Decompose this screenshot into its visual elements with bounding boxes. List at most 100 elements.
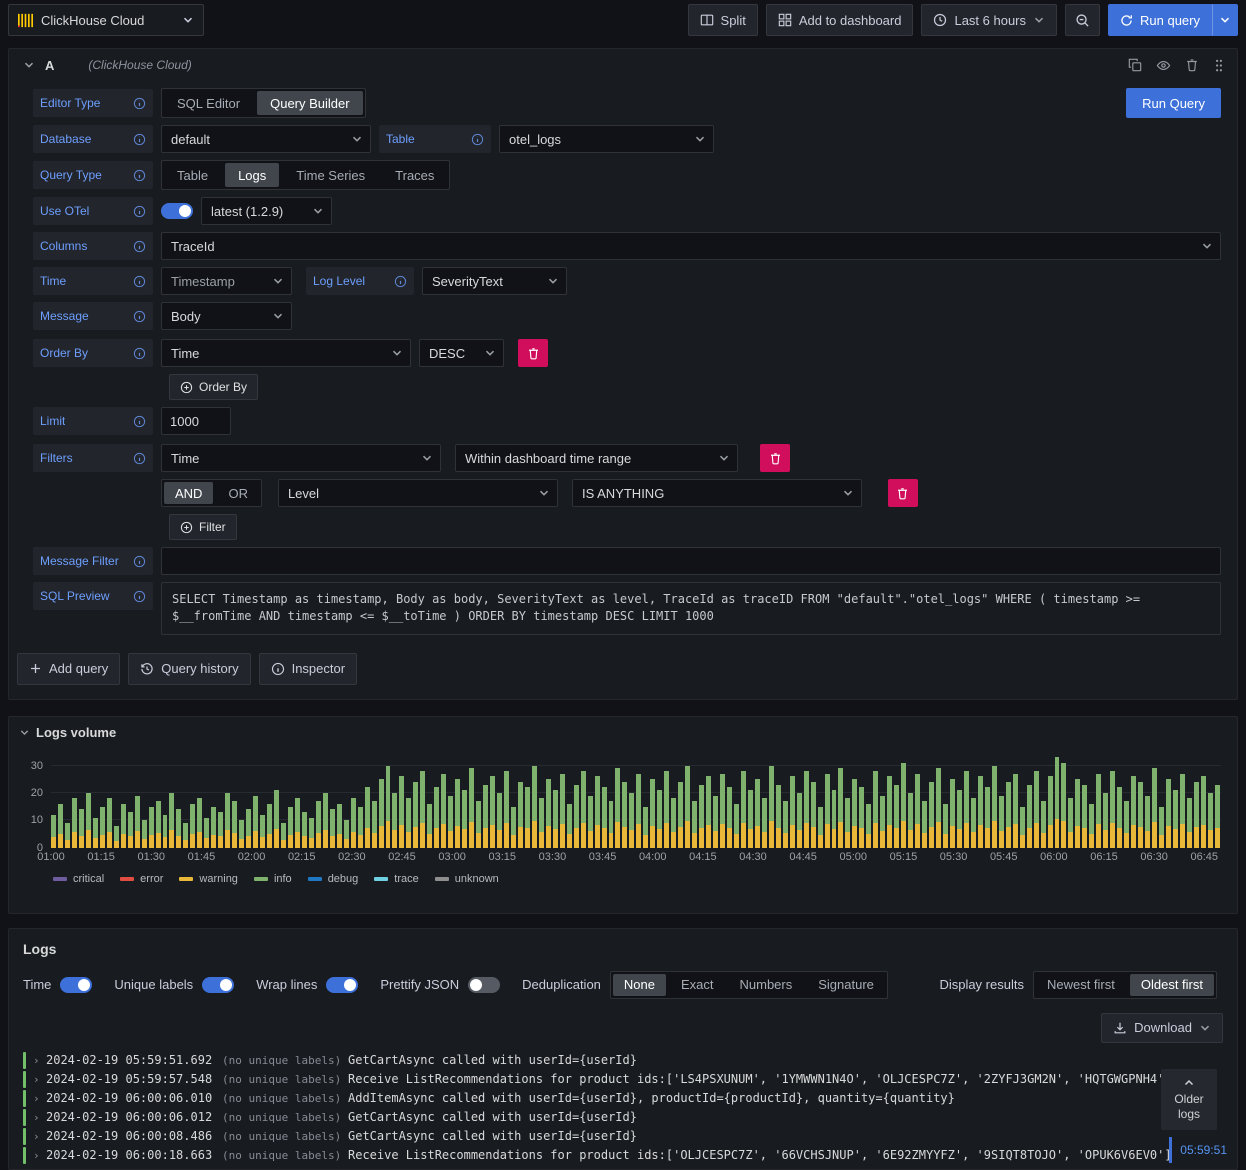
info-icon[interactable]	[471, 133, 484, 146]
run-query-inline-button[interactable]: Run Query	[1126, 88, 1221, 118]
remove-order-by-button[interactable]	[518, 339, 548, 367]
filter-field-select[interactable]: Time	[161, 444, 441, 472]
run-query-interval-dropdown[interactable]	[1212, 4, 1238, 36]
option-or[interactable]: OR	[217, 482, 259, 504]
legend-item-info[interactable]: info	[253, 873, 292, 885]
info-icon[interactable]	[133, 205, 146, 218]
zoom-out-button[interactable]	[1065, 4, 1101, 36]
split-button[interactable]: Split	[687, 4, 758, 36]
option-traces[interactable]: Traces	[382, 163, 447, 187]
legend-item-debug[interactable]: debug	[307, 873, 358, 885]
disable-query-eye-icon[interactable]	[1156, 58, 1171, 73]
info-icon[interactable]	[133, 415, 146, 428]
option-none[interactable]: None	[612, 973, 666, 996]
option-logs[interactable]: Logs	[225, 163, 280, 187]
use-otel-toggle[interactable]	[161, 203, 193, 219]
option-table[interactable]: Table	[164, 163, 221, 187]
log-row[interactable]: › 2024-02-19 05:59:51.692 (no unique label…	[21, 1051, 1227, 1070]
collapse-chevron-icon[interactable]	[19, 727, 30, 738]
info-icon[interactable]	[133, 275, 146, 288]
duplicate-query-icon[interactable]	[1128, 58, 1142, 72]
option-time-series[interactable]: Time Series	[283, 163, 378, 187]
option-oldest-first[interactable]: Oldest first	[1129, 973, 1214, 996]
info-icon[interactable]	[133, 133, 146, 146]
option-numbers[interactable]: Numbers	[729, 974, 804, 996]
log-row[interactable]: › 2024-02-19 06:00:08.486 (no unique label…	[21, 1127, 1227, 1146]
volume-bar	[566, 803, 572, 848]
order-by-field-select[interactable]: Time	[161, 339, 411, 367]
remove-filter-button[interactable]	[760, 444, 790, 472]
expand-row-icon[interactable]: ›	[33, 1149, 46, 1162]
add-to-dashboard-button[interactable]: Add to dashboard	[765, 4, 914, 36]
legend-label: error	[140, 872, 164, 885]
order-by-direction-select[interactable]: DESC	[419, 339, 504, 367]
info-icon[interactable]	[133, 169, 146, 182]
expand-row-icon[interactable]: ›	[33, 1111, 46, 1124]
collapse-chevron-icon[interactable]	[23, 59, 35, 71]
option-signature[interactable]: Signature	[807, 974, 885, 996]
otel-version-select[interactable]: latest (1.2.9)	[201, 197, 332, 225]
option-newest-first[interactable]: Newest first	[1036, 974, 1126, 996]
log-row[interactable]: › 2024-02-19 05:59:57.548 (no unique label…	[21, 1070, 1227, 1089]
wrap-lines-toggle[interactable]	[326, 976, 359, 993]
deduplication-control: Deduplication None Exact Numbers Signature	[522, 970, 888, 999]
add-filter-button[interactable]: Filter	[169, 514, 237, 540]
info-icon[interactable]	[133, 555, 146, 568]
legend-item-unknown[interactable]: unknown	[434, 873, 499, 885]
log-row[interactable]: › 2024-02-19 06:00:06.010 (no unique label…	[21, 1089, 1227, 1108]
expand-row-icon[interactable]: ›	[33, 1054, 46, 1067]
log-level-indicator	[23, 1051, 26, 1069]
datasource-picker[interactable]: ClickHouse Cloud	[8, 4, 204, 36]
option-sql-editor[interactable]: SQL Editor	[164, 91, 253, 115]
download-button[interactable]: Download	[1101, 1012, 1223, 1043]
time-range-picker[interactable]: Last 6 hours	[921, 4, 1058, 36]
volume-bar	[615, 768, 621, 848]
log-row[interactable]: › 2024-02-19 06:00:06.012 (no unique label…	[21, 1108, 1227, 1127]
info-icon[interactable]	[133, 97, 146, 110]
inspector-button[interactable]: Inspector	[258, 652, 358, 685]
volume-bar	[1145, 795, 1151, 848]
database-select[interactable]: default	[161, 125, 371, 153]
legend-item-trace[interactable]: trace	[374, 873, 419, 885]
run-query-button[interactable]: Run query	[1108, 4, 1212, 36]
option-and[interactable]: AND	[164, 482, 214, 504]
time-column-select[interactable]: Timestamp	[161, 267, 292, 295]
time-toggle[interactable]	[60, 976, 93, 993]
filter-operator-select[interactable]: IS ANYTHING	[571, 479, 862, 507]
remove-query-trash-icon[interactable]	[1185, 58, 1199, 72]
log-level-select[interactable]: SeverityText	[422, 267, 567, 295]
info-icon[interactable]	[133, 240, 146, 253]
info-icon[interactable]	[133, 347, 146, 360]
legend-item-warning[interactable]: warning	[179, 873, 238, 885]
expand-row-icon[interactable]: ›	[33, 1130, 46, 1143]
message-filter-input[interactable]	[161, 547, 1221, 575]
message-column-select[interactable]: Body	[161, 302, 292, 330]
add-query-button[interactable]: Add query	[17, 652, 121, 685]
volume-bar	[57, 803, 63, 848]
filter-level-field-select[interactable]: Level	[277, 479, 558, 507]
table-select[interactable]: otel_logs	[499, 125, 714, 153]
volume-bar	[552, 790, 558, 848]
prettify-json-toggle[interactable]	[468, 976, 501, 993]
query-history-button[interactable]: Query history	[128, 652, 251, 685]
unique-labels-toggle[interactable]	[202, 976, 235, 993]
columns-select[interactable]: TraceId	[161, 232, 1221, 260]
legend-item-error[interactable]: error	[120, 873, 163, 885]
add-order-by-button[interactable]: Order By	[169, 374, 259, 400]
prettify-json-control: Prettify JSON	[380, 976, 501, 993]
filter-range-select[interactable]: Within dashboard time range	[455, 444, 738, 472]
expand-row-icon[interactable]: ›	[33, 1092, 46, 1105]
option-exact[interactable]: Exact	[670, 974, 725, 996]
older-logs-button[interactable]: Older logs	[1161, 1068, 1217, 1130]
legend-item-critical[interactable]: critical	[53, 873, 104, 885]
log-row[interactable]: › 2024-02-19 06:00:18.663 (no unique label…	[21, 1146, 1227, 1165]
info-icon[interactable]	[133, 590, 146, 603]
remove-condition-button[interactable]	[887, 479, 918, 507]
info-icon[interactable]	[394, 275, 407, 288]
option-query-builder[interactable]: Query Builder	[257, 91, 363, 115]
drag-handle-icon[interactable]	[1213, 58, 1225, 73]
info-icon[interactable]	[133, 310, 146, 323]
info-icon[interactable]	[133, 452, 146, 465]
expand-row-icon[interactable]: ›	[33, 1073, 46, 1086]
limit-input[interactable]	[161, 407, 231, 435]
